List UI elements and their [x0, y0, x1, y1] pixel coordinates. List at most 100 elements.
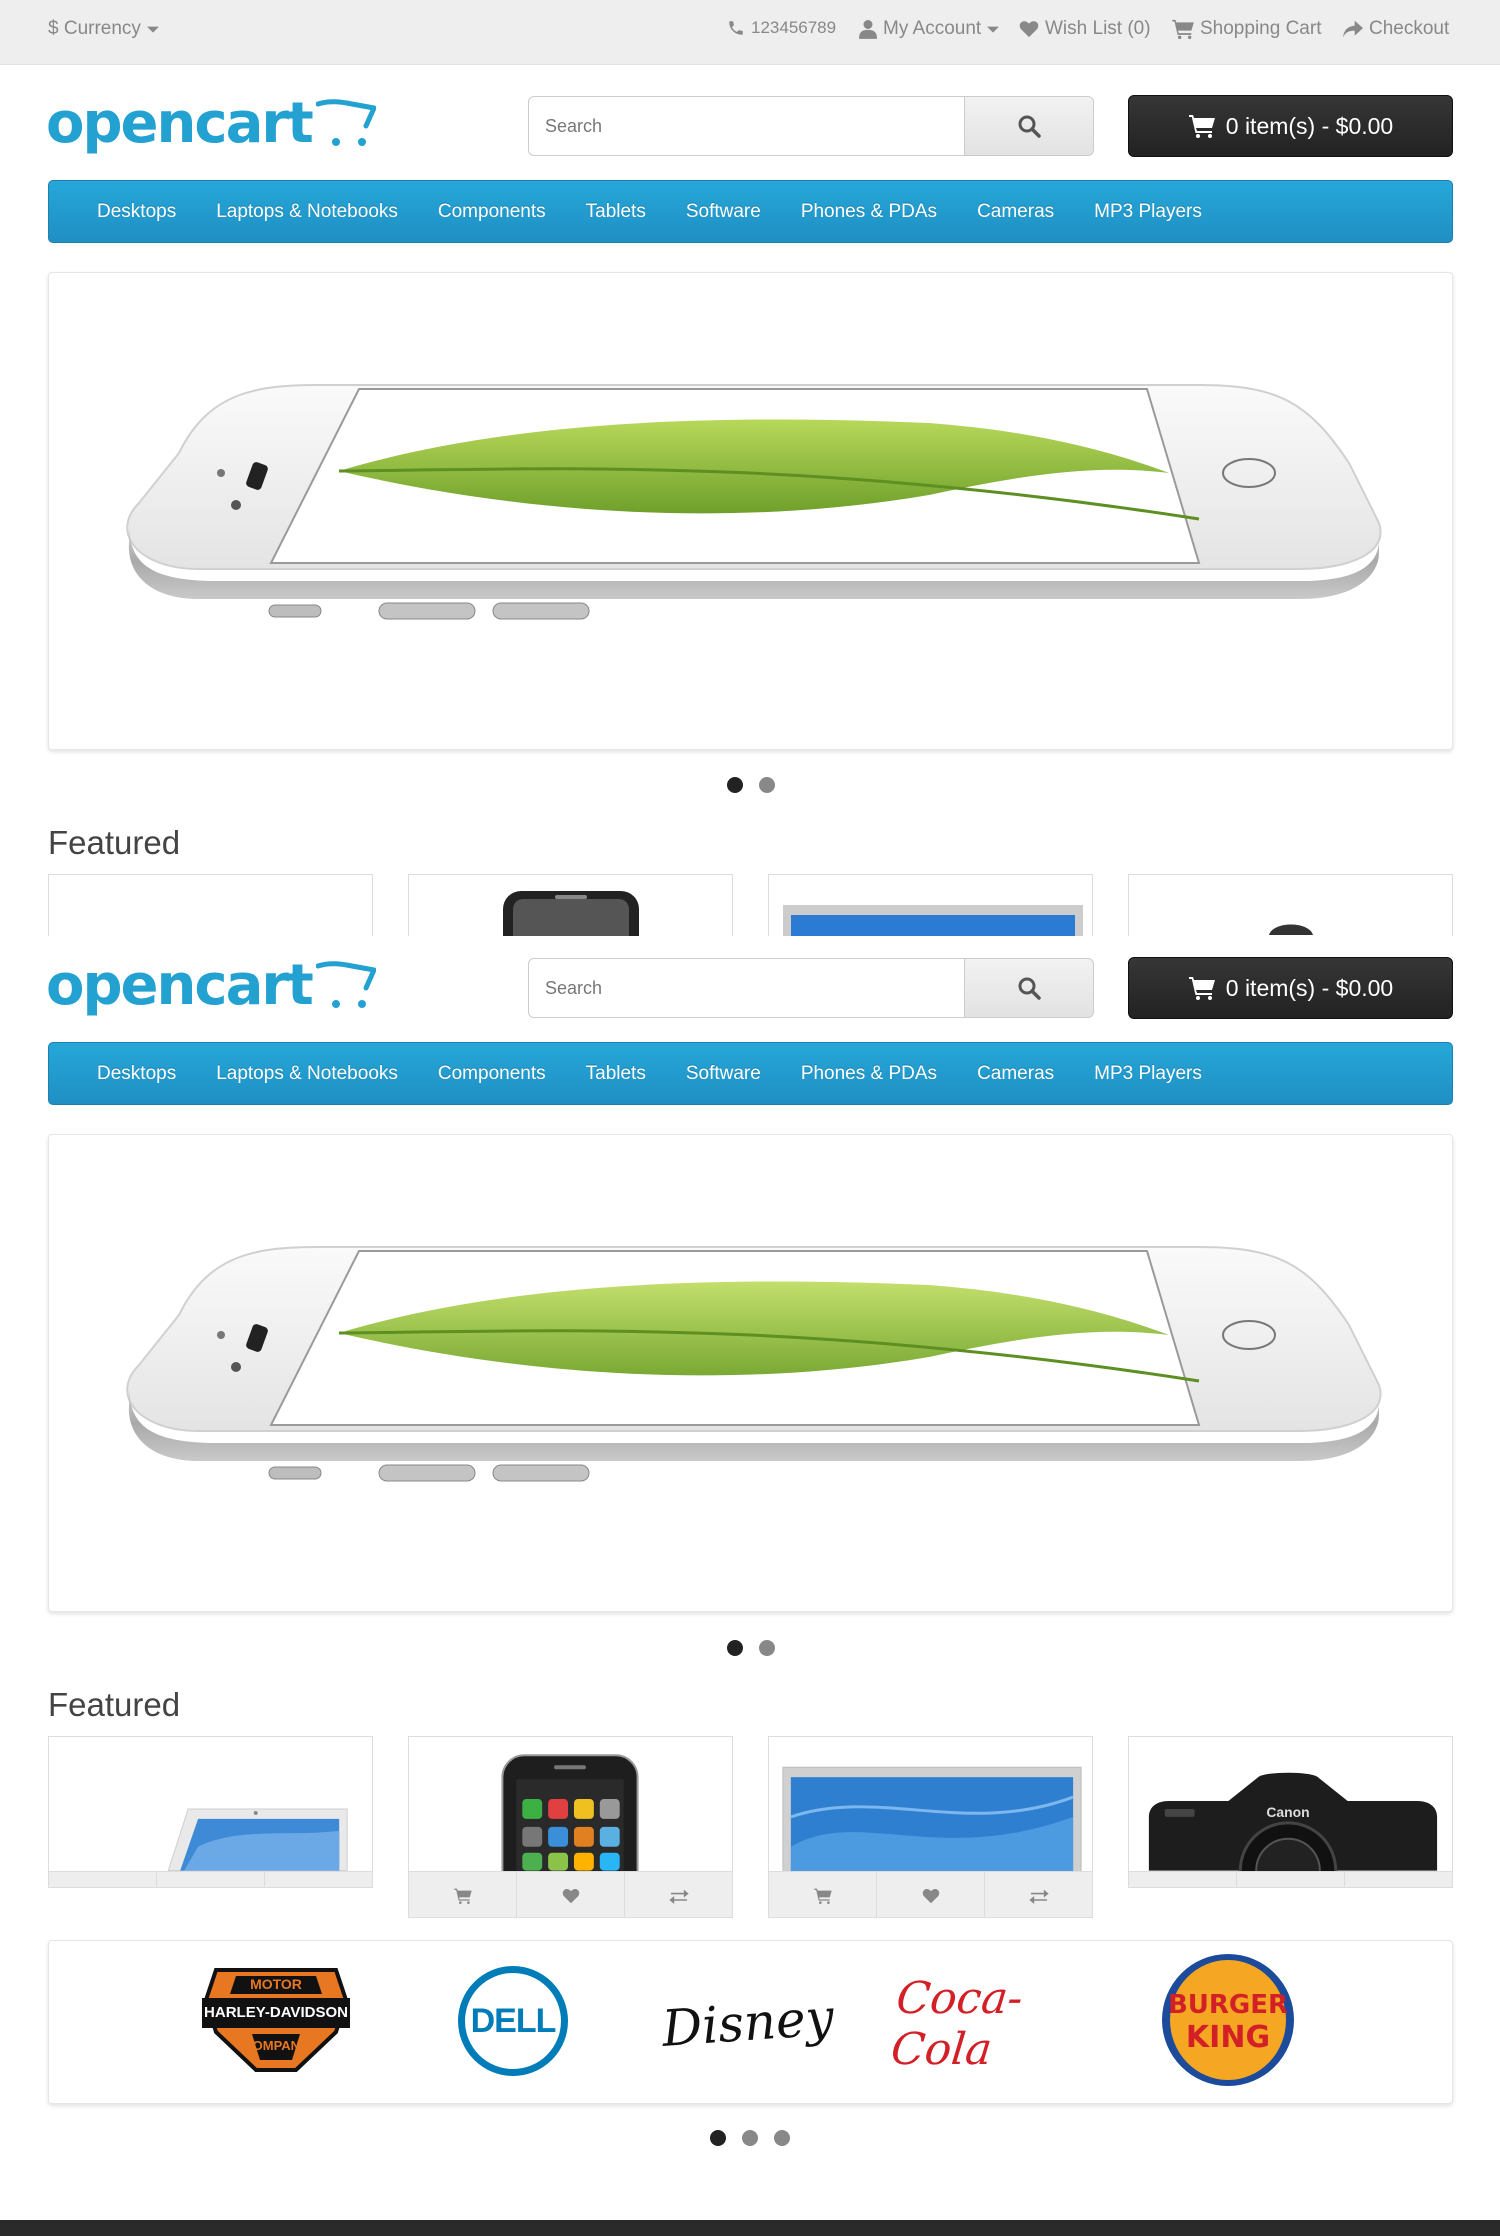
- iphone-slide-image: [126, 384, 1382, 620]
- search-input[interactable]: [528, 958, 964, 1018]
- slideshow-banner-repeat[interactable]: [48, 1134, 1453, 1612]
- dell-wordmark: DELL: [470, 2001, 557, 2040]
- compare-button[interactable]: [624, 1872, 732, 1917]
- slide-dot-2[interactable]: [759, 1640, 775, 1656]
- menu-item-tablets[interactable]: Tablets: [566, 201, 666, 223]
- heart-icon: [1019, 21, 1039, 38]
- wish-list-label: Wish List (0): [1045, 18, 1151, 39]
- menu-item-phones[interactable]: Phones & PDAs: [781, 201, 957, 223]
- product-card-display[interactable]: [768, 1736, 1093, 1918]
- compare-button[interactable]: [1344, 1872, 1452, 1887]
- menu-item-components[interactable]: Components: [418, 201, 566, 223]
- add-to-cart-button[interactable]: [1129, 1872, 1236, 1887]
- slide-dot-1[interactable]: [727, 777, 743, 793]
- featured-heading-repeat: Featured: [48, 1686, 181, 1723]
- heart-icon: [922, 1888, 939, 1903]
- camera-thumbnail: [1269, 924, 1313, 935]
- cart-button-repeat[interactable]: 0 item(s) - $0.00: [1128, 957, 1453, 1019]
- product-card-camera-preview[interactable]: [1128, 874, 1453, 936]
- search-button[interactable]: [964, 958, 1094, 1018]
- caret-down-icon: [146, 26, 159, 33]
- brand-dot-1[interactable]: [710, 2130, 726, 2146]
- search-icon: [1018, 115, 1041, 138]
- svg-text:Canon: Canon: [1266, 1804, 1309, 1820]
- menu-item-laptops[interactable]: Laptops & Notebooks: [196, 201, 418, 223]
- menu-item-mp3-players[interactable]: MP3 Players: [1074, 201, 1222, 223]
- exchange-icon: [1028, 1889, 1049, 1904]
- checkout-link[interactable]: Checkout: [1343, 18, 1449, 40]
- brand-carousel-pagination: [710, 2130, 790, 2146]
- wishlist-button[interactable]: [1236, 1872, 1344, 1887]
- menu-item-laptops[interactable]: Laptops & Notebooks: [196, 1063, 418, 1085]
- currency-dropdown[interactable]: $ Currency: [48, 18, 159, 40]
- wish-list-link[interactable]: Wish List (0): [1019, 18, 1151, 40]
- burger-king-line1: BURGER: [1167, 1990, 1289, 2020]
- add-to-cart-button[interactable]: [49, 1872, 156, 1887]
- brand-logo-burger-king[interactable]: BURGER KING: [1158, 1950, 1298, 2090]
- brand-logo-disney[interactable]: Disney: [660, 1978, 835, 2068]
- cart-button[interactable]: 0 item(s) - $0.00: [1128, 95, 1453, 157]
- menu-item-desktops[interactable]: Desktops: [77, 201, 196, 223]
- menu-item-cameras[interactable]: Cameras: [957, 1063, 1074, 1085]
- brand-dot-3[interactable]: [774, 2130, 790, 2146]
- add-to-cart-button[interactable]: [769, 1872, 876, 1917]
- cart-logo-icon: [315, 99, 376, 146]
- search-icon: [1018, 977, 1041, 1000]
- product-card-iphone[interactable]: [408, 1736, 733, 1918]
- featured-preview-strip: [48, 874, 1453, 936]
- featured-heading: Featured: [48, 824, 181, 861]
- menu-item-software[interactable]: Software: [666, 201, 781, 223]
- compare-button[interactable]: [264, 1872, 372, 1887]
- wishlist-button[interactable]: [156, 1872, 264, 1887]
- menu-item-software[interactable]: Software: [666, 1063, 781, 1085]
- wishlist-button[interactable]: [876, 1872, 984, 1917]
- brand-logo-harley-davidson[interactable]: MOTOR HARLEY-DAVIDSON COMPANY: [196, 1960, 356, 2084]
- my-account-label: My Account: [883, 18, 982, 39]
- search-input[interactable]: [528, 96, 964, 156]
- menu-item-cameras[interactable]: Cameras: [957, 201, 1074, 223]
- search-button[interactable]: [964, 96, 1094, 156]
- burger-king-line2: KING: [1185, 2020, 1271, 2055]
- slide-dot-2[interactable]: [759, 777, 775, 793]
- footer-edge: [0, 2220, 1500, 2236]
- product-card-macbook-preview[interactable]: [48, 874, 373, 936]
- menu-item-mp3-players[interactable]: MP3 Players: [1074, 1063, 1222, 1085]
- cart-icon: [1188, 977, 1215, 1000]
- brand-logo-coca-cola[interactable]: Coca-Cola: [889, 1973, 1084, 2075]
- product-card-macbook[interactable]: [48, 1736, 373, 1888]
- add-to-cart-button[interactable]: [409, 1872, 516, 1917]
- product-image[interactable]: [49, 1737, 372, 1871]
- product-card-iphone-preview[interactable]: [408, 874, 733, 936]
- phone-link[interactable]: 123456789: [727, 18, 836, 38]
- wishlist-button[interactable]: [516, 1872, 624, 1917]
- store-logo[interactable]: opencart: [46, 94, 376, 154]
- menu-item-phones[interactable]: Phones & PDAs: [781, 1063, 957, 1085]
- product-image[interactable]: Canon: [1129, 1737, 1452, 1871]
- exchange-icon: [668, 1889, 689, 1904]
- top-bar: $ Currency 123456789 My Account Wish Lis…: [0, 0, 1500, 65]
- store-logo-repeat[interactable]: opencart: [46, 956, 376, 1016]
- menu-item-components[interactable]: Components: [418, 1063, 566, 1085]
- iphone-thumbnail: [503, 891, 639, 936]
- product-card-camera[interactable]: Canon: [1128, 1736, 1453, 1888]
- cart-total: 0 item(s) - $0.00: [1225, 974, 1394, 1001]
- iphone-slide-image: [126, 1246, 1382, 1482]
- my-account-dropdown[interactable]: My Account: [859, 18, 1000, 40]
- brand-dot-2[interactable]: [742, 2130, 758, 2146]
- search-box-repeat: [528, 958, 1094, 1018]
- slide-dot-1[interactable]: [727, 1640, 743, 1656]
- product-image[interactable]: [409, 1737, 732, 1871]
- shopping-cart-link[interactable]: Shopping Cart: [1172, 18, 1321, 40]
- brand-logo-dell[interactable]: DELL: [458, 1966, 568, 2076]
- product-image[interactable]: [769, 1737, 1092, 1871]
- slideshow-banner[interactable]: [48, 272, 1453, 750]
- cart-icon: [453, 1888, 472, 1904]
- phone-number: 123456789: [751, 18, 837, 37]
- product-actions: [1129, 1871, 1452, 1887]
- compare-button[interactable]: [984, 1872, 1092, 1917]
- menu-item-tablets[interactable]: Tablets: [566, 1063, 666, 1085]
- product-card-display-preview[interactable]: [768, 874, 1093, 936]
- share-icon: [1343, 20, 1363, 38]
- phone-icon: [729, 21, 743, 35]
- menu-item-desktops[interactable]: Desktops: [77, 1063, 196, 1085]
